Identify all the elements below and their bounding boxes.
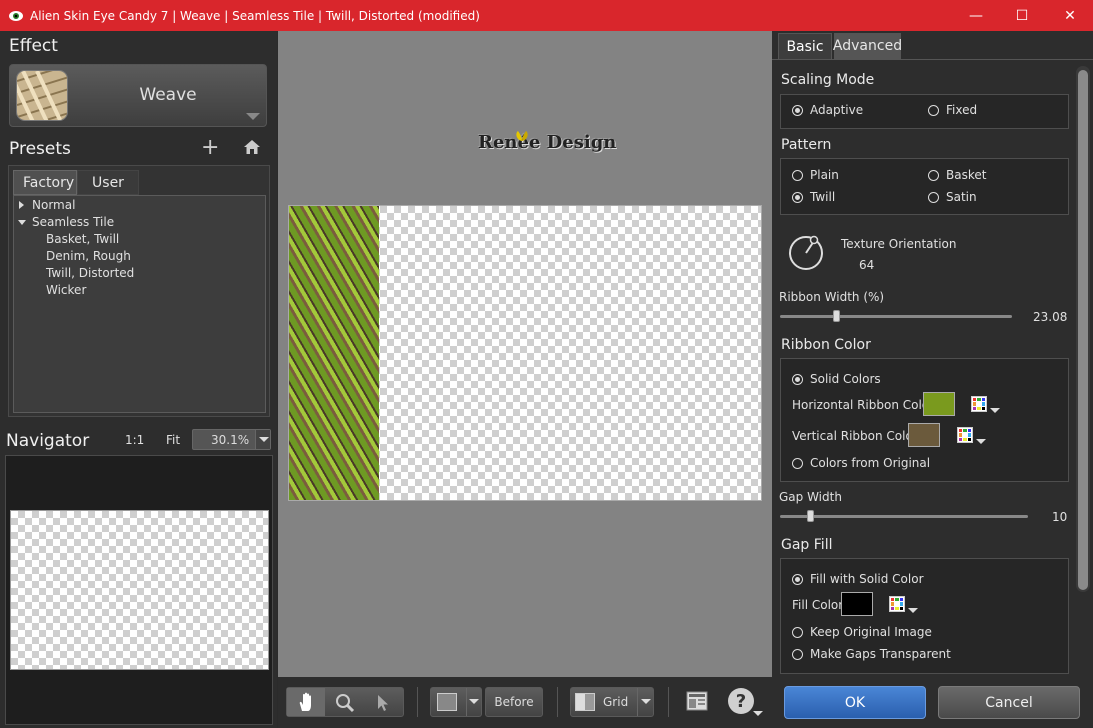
weave-thumbnail [16,70,68,121]
preview-mode-button[interactable] [430,687,482,717]
chevron-down-icon [246,113,260,120]
close-icon[interactable]: ✕ [1047,0,1093,31]
ribbon-width-label: Ribbon Width (%) [779,290,885,304]
tree-item-denim-rough[interactable]: Denim, Rough [46,249,131,263]
grid-button[interactable]: Grid [570,687,654,717]
zoom-value: 30.1% [211,433,250,447]
chevron-down-icon [469,699,479,704]
tool-group [286,687,404,717]
chevron-down-icon [259,437,269,442]
tree-item-basket-twill[interactable]: Basket, Twill [46,232,119,246]
fill-color-label: Fill Color [792,598,844,612]
scaling-mode-title: Scaling Mode [781,72,875,88]
pattern-title: Pattern [781,137,832,153]
zoom-1to1-button[interactable]: 1:1 [125,433,144,447]
vertical-ribbon-color-swatch[interactable] [908,423,940,447]
hand-icon[interactable] [287,688,325,716]
tab-user[interactable]: User [77,170,139,195]
tree-item-wicker[interactable]: Wicker [46,283,86,297]
chevron-down-icon[interactable] [976,439,986,444]
eye-icon [8,8,24,24]
tree-item-seamless-tile[interactable]: Seamless Tile [18,215,114,229]
minimize-icon[interactable]: — [953,0,999,31]
radio-basket[interactable]: Basket [928,168,986,182]
ribbon-width-thumb[interactable] [832,310,840,322]
radio-twill[interactable]: Twill [792,190,835,204]
zoom-fit-button[interactable]: Fit [166,433,180,447]
zoom-select[interactable]: 30.1% [192,429,271,450]
effect-header: Effect [9,36,58,56]
window-title: Alien Skin Eye Candy 7 | Weave | Seamles… [30,8,480,23]
before-button[interactable]: Before [485,687,543,717]
layout-icon[interactable] [686,691,708,715]
tree-item-twill-distorted[interactable]: Twill, Distorted [46,266,134,280]
gap-width-slider[interactable] [780,515,1028,518]
square-icon [437,693,457,711]
tab-basic[interactable]: Basic [778,33,832,59]
weave-preview [289,206,379,500]
radio-satin[interactable]: Satin [928,190,977,204]
palette-icon[interactable] [889,596,905,612]
caret-right-icon [19,201,24,209]
radio-solid-colors[interactable]: Solid Colors [792,372,881,386]
texture-orientation-label: Texture Orientation [841,237,957,251]
chevron-down-icon [641,699,651,704]
radio-fixed[interactable]: Fixed [928,103,977,117]
ribbon-color-title: Ribbon Color [781,337,871,353]
gap-width-label: Gap Width [779,490,842,504]
scrollbar-thumb[interactable] [1078,70,1088,590]
radio-colors-from-original[interactable]: Colors from Original [792,456,930,470]
texture-orientation-value: 64 [859,258,875,272]
horizontal-ribbon-color-swatch[interactable] [923,392,955,416]
tree-item-normal[interactable]: Normal [19,198,75,212]
radio-plain[interactable]: Plain [792,168,839,182]
ok-button[interactable]: OK [784,686,926,719]
tab-factory[interactable]: Factory [13,170,77,195]
effect-name: Weave [139,85,197,105]
radio-gaps-transparent[interactable]: Make Gaps Transparent [792,647,951,661]
palette-icon[interactable] [971,396,987,412]
grid-icon [575,693,595,711]
pattern-group [780,158,1069,215]
add-preset-icon[interactable]: + [201,137,219,159]
orientation-dial[interactable] [788,234,826,276]
gap-fill-title: Gap Fill [781,537,833,553]
palette-icon[interactable] [957,427,973,443]
grid-label: Grid [603,695,629,709]
radio-adaptive[interactable]: Adaptive [792,103,863,117]
gap-width-thumb[interactable] [806,510,814,522]
horizontal-ribbon-color-label: Horizontal Ribbon Color [792,398,935,412]
chevron-down-icon[interactable] [908,608,918,613]
watermark-text: Renée Design [478,132,617,153]
effect-selector[interactable]: Weave [9,64,267,127]
radio-keep-original[interactable]: Keep Original Image [792,625,932,639]
cancel-button[interactable]: Cancel [938,686,1080,719]
home-icon[interactable] [243,138,261,160]
tab-advanced[interactable]: Advanced [833,33,902,59]
preview-canvas[interactable] [288,205,762,501]
pointer-icon[interactable] [376,694,390,715]
zoom-tool-icon[interactable] [335,693,355,716]
maximize-icon[interactable]: ☐ [999,0,1045,31]
radio-fill-solid[interactable]: Fill with Solid Color [792,572,924,586]
gap-width-value: 10 [1052,510,1068,524]
fill-color-swatch[interactable] [841,592,873,616]
help-icon[interactable]: ? [728,688,754,714]
ribbon-width-slider[interactable] [780,315,1012,318]
chevron-down-icon[interactable] [990,408,1000,413]
navigator-header: Navigator [6,431,90,451]
presets-header: Presets [9,139,71,159]
navigator-view[interactable] [5,455,273,725]
vertical-ribbon-color-label: Vertical Ribbon Color [792,429,918,443]
leaf-icon [514,127,530,146]
settings-scrollbar[interactable] [1076,66,1090,592]
title-bar: Alien Skin Eye Candy 7 | Weave | Seamles… [0,0,1093,31]
navigator-thumbnail [10,510,269,670]
preset-tree: Normal Seamless Tile Basket, Twill Denim… [13,195,266,413]
ribbon-width-value: 23.08 [1033,310,1068,324]
caret-down-icon [18,220,26,225]
chevron-down-icon[interactable] [753,711,763,716]
